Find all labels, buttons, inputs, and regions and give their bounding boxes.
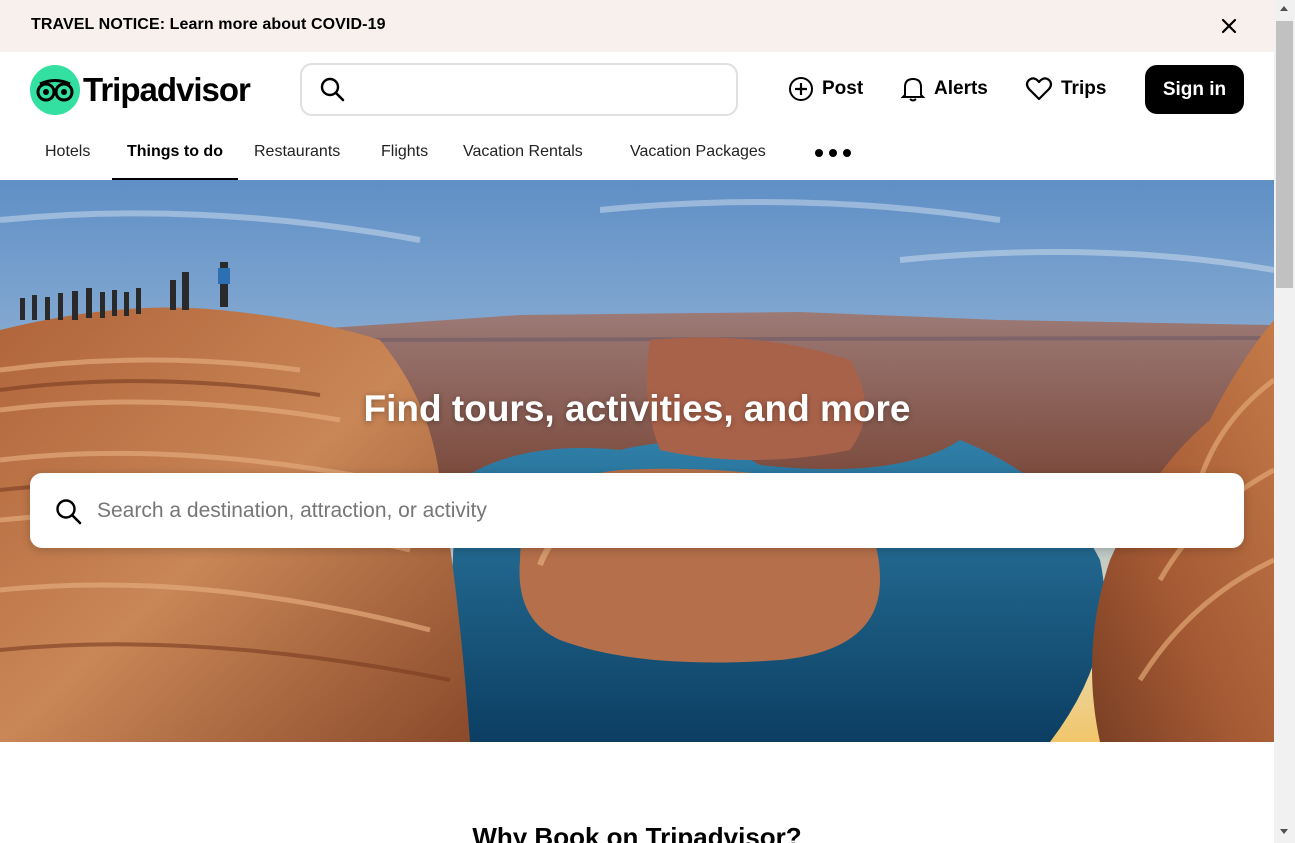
hero-banner: Find tours, activities, and more [0, 180, 1274, 742]
tripadvisor-logo[interactable]: Tripadvisor [30, 65, 251, 115]
header-search[interactable] [300, 63, 738, 116]
post-label: Post [822, 78, 864, 99]
travel-notice-link[interactable]: TRAVEL NOTICE: Learn more about COVID-19 [31, 16, 386, 34]
travel-notice-bar: TRAVEL NOTICE: Learn more about COVID-19 [0, 0, 1274, 52]
search-icon [56, 499, 82, 525]
heart-icon [1025, 77, 1053, 101]
plus-circle-icon [789, 77, 813, 101]
hero-title: Find tours, activities, and more [363, 388, 911, 429]
tab-things-to-do[interactable]: Things to do [112, 128, 238, 180]
scroll-thumb[interactable] [1276, 21, 1293, 288]
trips-button[interactable]: Trips [1025, 74, 1106, 104]
post-button[interactable]: Post [788, 74, 863, 104]
scroll-down-arrow-icon[interactable] [1280, 829, 1288, 834]
owl-eyes-icon [30, 65, 80, 115]
tab-hotels[interactable]: Hotels [30, 128, 105, 180]
alerts-button[interactable]: Alerts [900, 74, 988, 104]
hero-search-input[interactable] [97, 493, 1217, 529]
more-dots-icon[interactable] [815, 142, 851, 164]
header-search-input[interactable] [358, 75, 718, 105]
tab-vacation-packages[interactable]: Vacation Packages [615, 128, 781, 180]
site-header: Tripadvisor Post Alerts Trips Sign in [0, 52, 1274, 128]
trips-label: Trips [1061, 78, 1107, 99]
category-nav: Hotels Things to do Restaurants Flights … [0, 128, 1274, 180]
logo-text: Tripadvisor [83, 71, 251, 108]
alerts-label: Alerts [934, 78, 988, 99]
bell-icon [900, 77, 926, 102]
scroll-up-arrow-icon[interactable] [1280, 6, 1288, 11]
why-book-heading: Why Book on Tripadvisor? [472, 822, 802, 843]
sign-in-button[interactable]: Sign in [1145, 65, 1244, 114]
tab-flights[interactable]: Flights [366, 128, 443, 180]
close-icon[interactable] [1218, 15, 1240, 37]
search-icon [320, 77, 345, 102]
page-scrollbar[interactable] [1274, 0, 1295, 843]
tab-restaurants[interactable]: Restaurants [239, 128, 355, 180]
hero-search-box[interactable] [30, 473, 1244, 548]
canyon-hero-image [0, 180, 1274, 742]
tab-vacation-rentals[interactable]: Vacation Rentals [448, 128, 598, 180]
